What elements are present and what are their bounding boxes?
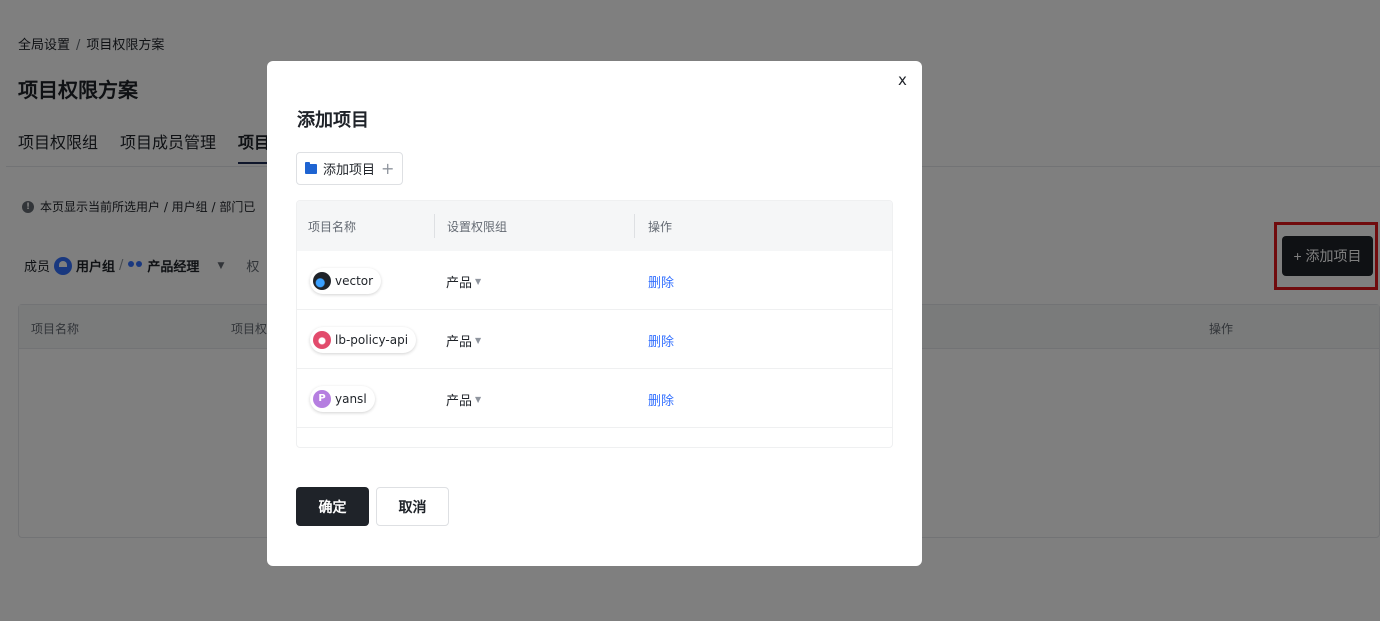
permission-group-value: 产品 [446, 335, 473, 350]
column-divider [434, 214, 435, 238]
delete-link[interactable]: 删除 [648, 272, 674, 291]
add-project-toggle-label: 添加项目 [323, 163, 376, 178]
column-actions: 操作 [648, 220, 673, 234]
dialog-title: 添加项目 [297, 110, 369, 131]
folder-icon [305, 161, 317, 174]
ok-button[interactable]: 确定 [296, 487, 369, 526]
vector-logo-icon [313, 272, 331, 290]
caret-down-icon: ▼ [475, 395, 482, 404]
project-name: lb-policy-api [335, 333, 409, 347]
permission-group-value: 产品 [446, 394, 473, 409]
add-project-toggle[interactable]: 添加项目 + [296, 152, 404, 185]
table-header: 项目名称 设置权限组 操作 [297, 201, 892, 251]
delete-link[interactable]: 删除 [648, 390, 674, 409]
project-name: yansl [335, 392, 367, 406]
cancel-button[interactable]: 取消 [376, 487, 449, 526]
table-row: lb-policy-api 产品 ▼ 删除 [297, 310, 892, 369]
project-chip: vector [310, 268, 382, 294]
column-project-name: 项目名称 [308, 220, 357, 234]
close-icon[interactable]: x [898, 71, 907, 89]
project-chip: lb-policy-api [310, 327, 417, 353]
column-permission-group: 设置权限组 [447, 220, 508, 234]
table-row: P yansl 产品 ▼ 删除 [297, 369, 892, 428]
permission-group-select[interactable]: 产品 ▼ [446, 331, 481, 350]
caret-down-icon: ▼ [475, 277, 482, 286]
plus-icon: + [381, 159, 395, 178]
add-project-dialog: x 添加项目 添加项目 + 项目名称 设置权限组 操作 vector 产品 ▼ … [267, 61, 922, 566]
yansl-logo-icon: P [313, 390, 331, 408]
permission-group-value: 产品 [446, 276, 473, 291]
caret-down-icon: ▼ [475, 336, 482, 345]
permission-group-select[interactable]: 产品 ▼ [446, 390, 481, 409]
project-chip: P yansl [310, 386, 375, 412]
selected-projects-table: 项目名称 设置权限组 操作 vector 产品 ▼ 删除 lb-policy-a… [296, 200, 893, 448]
lb-policy-api-logo-icon [313, 331, 331, 349]
permission-group-select[interactable]: 产品 ▼ [446, 272, 481, 291]
project-name: vector [335, 274, 374, 288]
column-divider [634, 214, 635, 238]
table-row: vector 产品 ▼ 删除 [297, 251, 892, 310]
delete-link[interactable]: 删除 [648, 331, 674, 350]
